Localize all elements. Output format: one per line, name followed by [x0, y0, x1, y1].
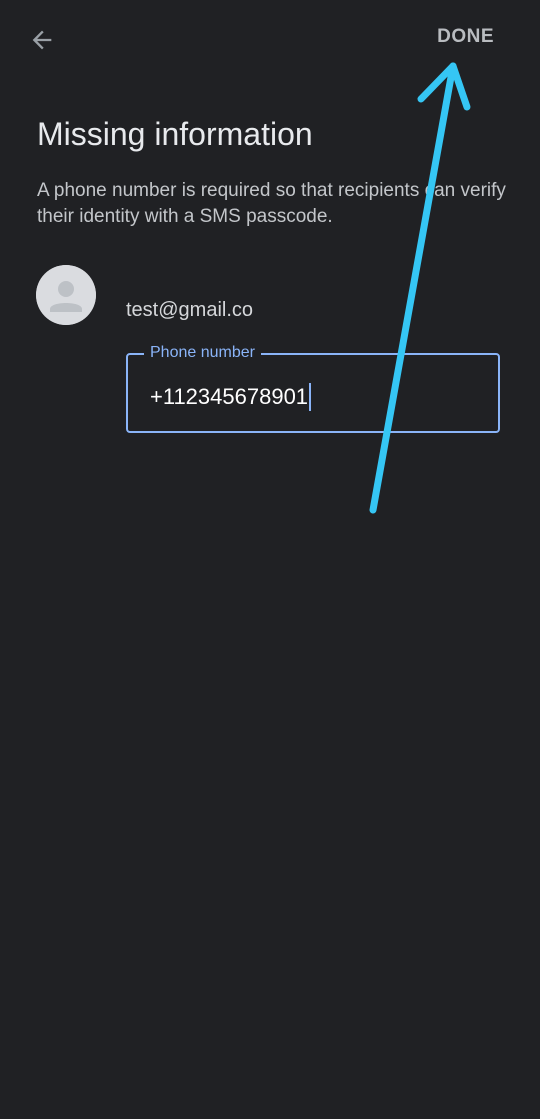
page-title: Missing information: [37, 116, 313, 152]
avatar: [36, 265, 96, 325]
recipient-email: test@gmail.co: [126, 299, 254, 321]
top-app-bar: DONE: [0, 0, 540, 80]
phone-number-input[interactable]: +112345678901: [150, 384, 308, 410]
text-cursor: [309, 383, 312, 411]
phone-number-label: Phone number: [144, 344, 261, 362]
description-text: A phone number is required so that recip…: [37, 180, 506, 227]
back-button[interactable]: [22, 22, 62, 58]
annotation-arrow: [369, 62, 471, 514]
phone-number-field[interactable]: Phone number +112345678901: [126, 344, 500, 433]
arrow-left-icon: [32, 30, 52, 50]
done-button[interactable]: DONE: [437, 26, 494, 48]
phone-number-input-wrap[interactable]: +112345678901: [150, 383, 312, 411]
person-avatar-icon: [36, 265, 96, 325]
